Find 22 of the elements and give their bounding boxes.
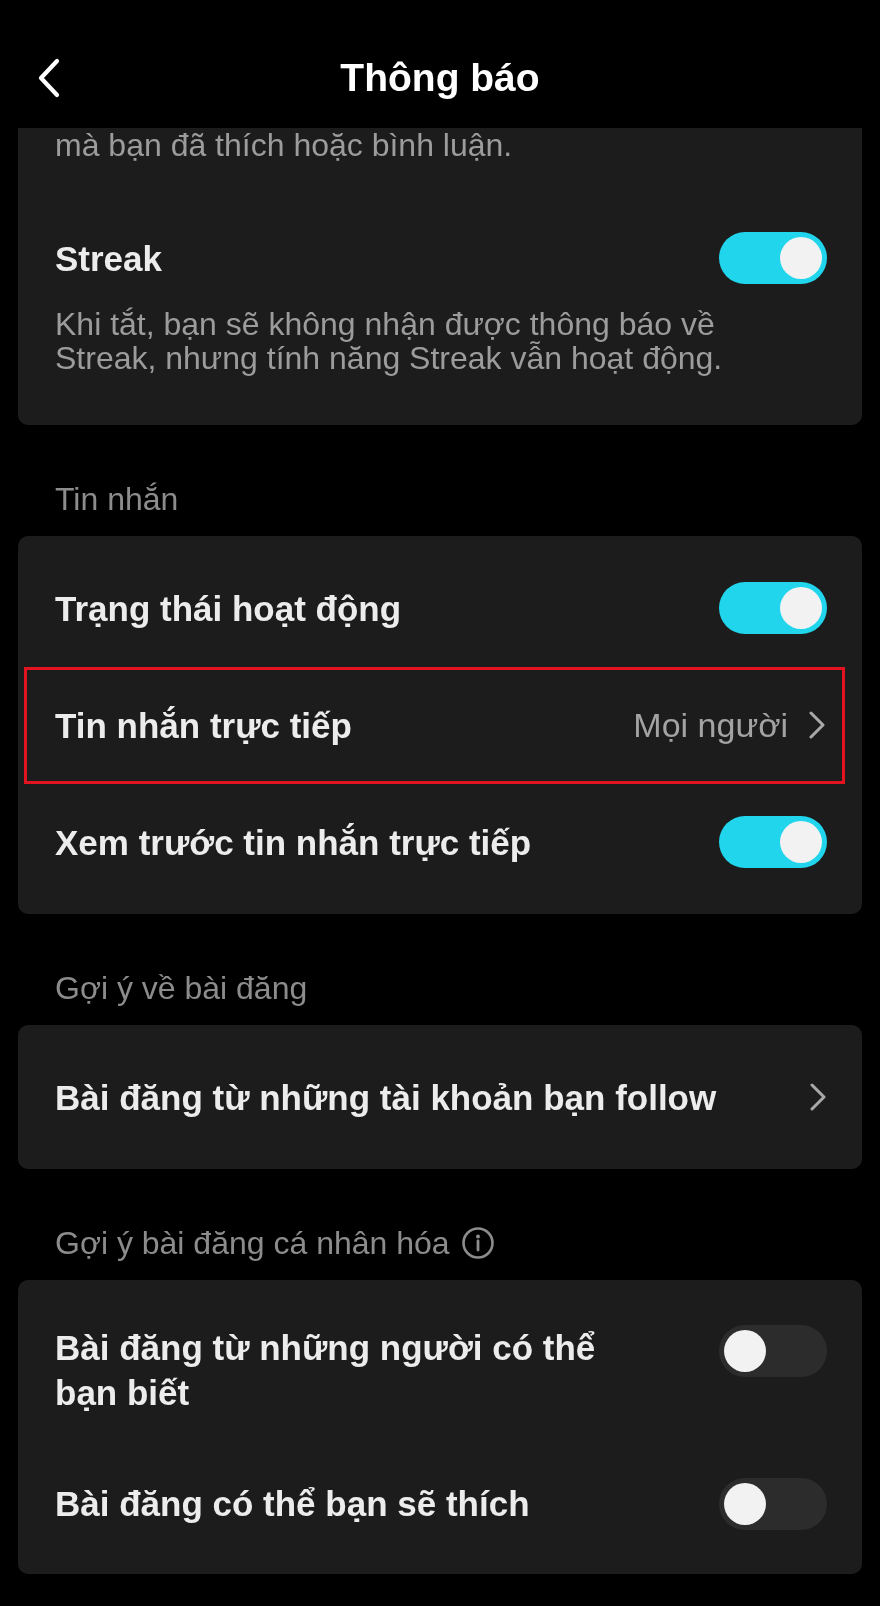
chevron-right-icon <box>809 1083 827 1111</box>
setting-label: Xem trước tin nhắn trực tiếp <box>55 821 532 864</box>
section-heading: Gợi ý về bài đăng <box>55 969 308 1008</box>
back-icon <box>37 58 61 98</box>
setting-value: Mọi người <box>633 704 788 746</box>
setting-description: Khi tắt, bạn sẽ không nhận được thông báo về Streak, nhưng tính năng Streak vẫn hoạt động. <box>54 307 724 375</box>
setting-label: Bài đăng từ những người có thể bạn biết <box>55 1326 597 1414</box>
back-button[interactable] <box>37 58 61 98</box>
chevron-right-icon <box>808 711 826 739</box>
setting-label: Trạng thái hoạt động <box>55 587 402 630</box>
section-heading: Gợi ý bài đăng cá nhân hóa <box>55 1224 450 1263</box>
page-title: Thông báo <box>340 55 540 101</box>
toggle-switch[interactable] <box>719 816 827 868</box>
setting-label[interactable]: Bài đăng từ những tài khoản bạn follow <box>55 1074 717 1120</box>
setting-description: mà bạn đã thích hoặc bình luận. <box>54 128 514 163</box>
toggle-switch[interactable] <box>719 582 827 634</box>
setting-label: Bài đăng có thể bạn sẽ thích <box>55 1483 530 1525</box>
section-heading: Tin nhắn <box>55 480 179 519</box>
setting-label: Streak <box>55 237 163 280</box>
setting-label[interactable]: Tin nhắn trực tiếp <box>55 702 352 748</box>
toggle-switch[interactable] <box>719 232 827 284</box>
info-icon[interactable] <box>461 1227 494 1259</box>
